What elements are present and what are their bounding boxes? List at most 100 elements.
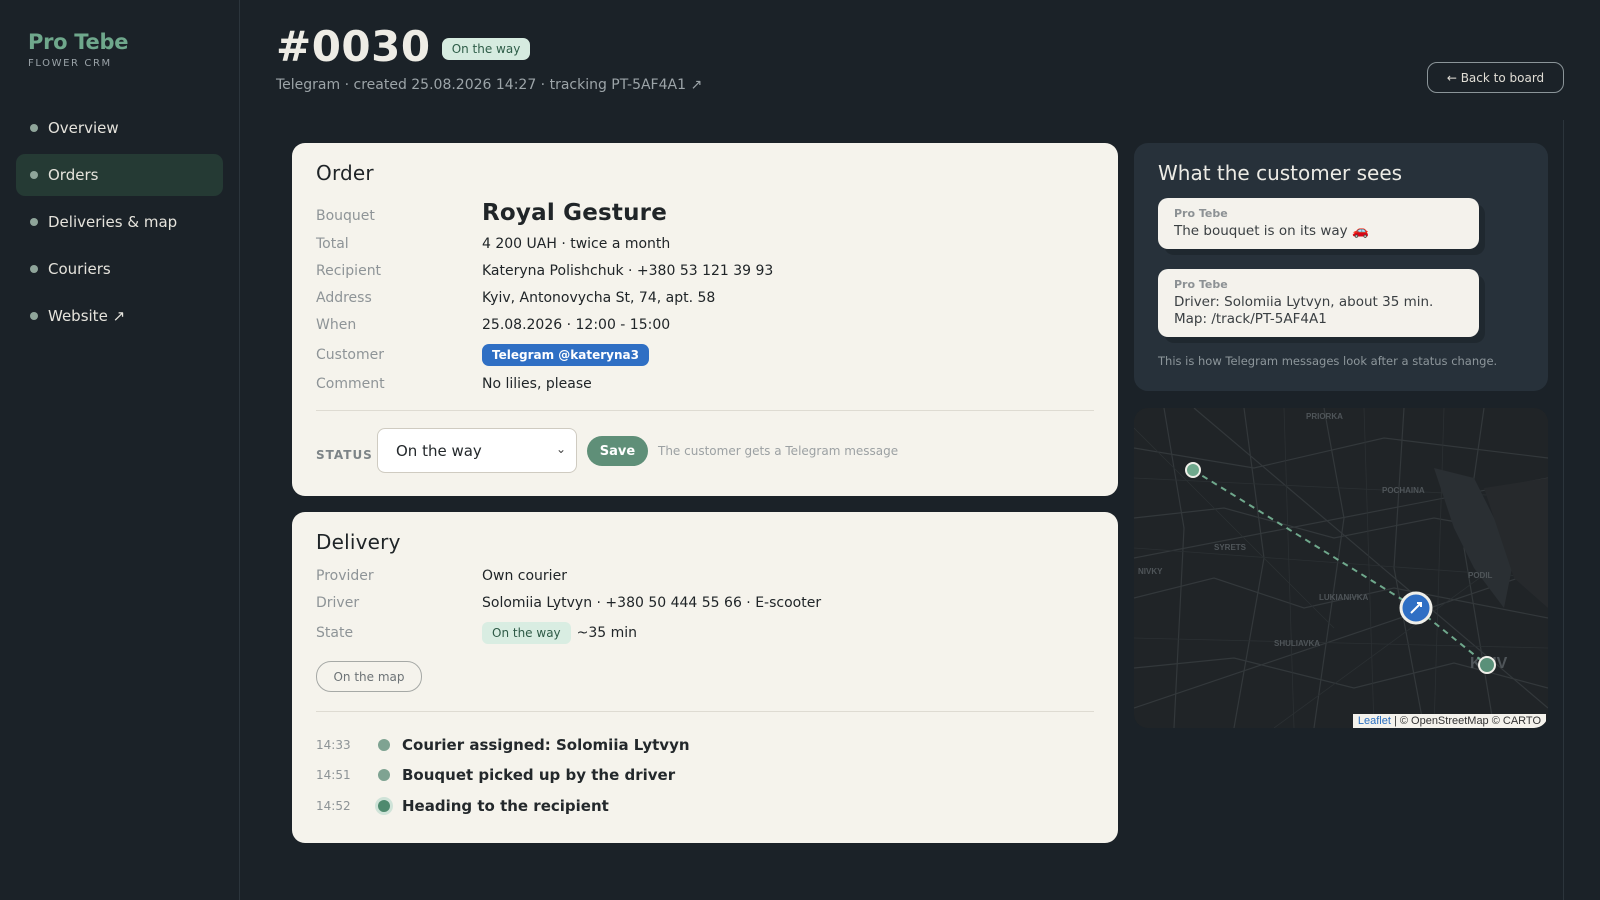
order-card: Order Bouquet Royal Gesture Total 4 200 … xyxy=(292,143,1118,496)
timeline-item: 14:51 Bouquet picked up by the driver xyxy=(316,766,675,784)
timeline-current-dot-icon xyxy=(378,800,390,812)
field-value: Own courier xyxy=(482,568,567,584)
divider xyxy=(316,410,1094,411)
origin-marker xyxy=(1185,462,1201,478)
card-title: Delivery xyxy=(316,530,401,554)
eta-value: ~35 min xyxy=(576,625,638,641)
field-label: Total xyxy=(316,236,349,252)
field-label: Recipient xyxy=(316,263,382,279)
destination-marker xyxy=(1478,656,1496,674)
bullet-icon xyxy=(30,218,38,226)
bullet-icon xyxy=(30,124,38,132)
map-label: SHULIAVKA xyxy=(1274,639,1320,648)
main-nav: Overview Orders Deliveries & map Courier… xyxy=(16,107,223,342)
state-row: State On the way ~35 min xyxy=(316,622,637,644)
timeline-time: 14:52 xyxy=(316,799,351,813)
timeline-time: 14:51 xyxy=(316,768,351,782)
timeline-item: 14:52 Heading to the recipient xyxy=(316,797,609,815)
when-row: When 25.08.2026 · 12:00 - 15:00 xyxy=(316,317,670,333)
map-label: PRIORKA xyxy=(1306,412,1343,421)
sidebar-item-couriers[interactable]: Couriers xyxy=(16,248,223,290)
brand[interactable]: Pro Tebe FLOWER CRM xyxy=(28,30,128,69)
message-bubble: Pro Tebe Driver: Solomiia Lytvyn, about … xyxy=(1158,269,1479,337)
panel-title: What the customer sees xyxy=(1158,161,1403,185)
brand-subtitle: FLOWER CRM xyxy=(28,58,112,69)
customer-row: Customer Telegram @kateryna3 xyxy=(316,344,649,366)
leaflet-link[interactable]: Leaflet xyxy=(1358,715,1391,727)
field-value: Kyiv, Antonovycha St, 74, apt. 58 xyxy=(482,290,716,306)
divider xyxy=(1563,120,1564,900)
map-canvas: PRIORKA POCHAINA SYRETS NIVKY LUKIANIVKA… xyxy=(1134,408,1548,728)
timeline-text: Courier assigned: Solomiia Lytvyn xyxy=(402,736,690,754)
state-badge: On the way xyxy=(482,622,571,644)
sidebar: Pro Tebe FLOWER CRM Overview Orders Deli… xyxy=(0,0,240,900)
total-row: Total 4 200 UAH · twice a month xyxy=(316,236,670,252)
map-label: NIVKY xyxy=(1138,567,1163,576)
sidebar-item-website[interactable]: Website ↗ xyxy=(16,295,223,337)
sidebar-item-overview[interactable]: Overview xyxy=(16,107,223,149)
field-label: Provider xyxy=(316,568,374,584)
message-sender: Pro Tebe xyxy=(1174,278,1228,291)
field-value: 25.08.2026 · 12:00 - 15:00 xyxy=(482,317,671,333)
back-to-board-button[interactable]: ← Back to board xyxy=(1427,62,1564,93)
field-label: Address xyxy=(316,290,372,306)
field-label: When xyxy=(316,317,357,333)
timeline-item: 14:33 Courier assigned: Solomiia Lytvyn xyxy=(316,736,690,754)
order-meta[interactable]: Telegram · created 25.08.2026 14:27 · tr… xyxy=(276,77,702,93)
status-select[interactable]: On the way ⌄ xyxy=(377,428,577,473)
sidebar-item-label: Overview xyxy=(48,119,119,137)
delivery-map[interactable]: PRIORKA POCHAINA SYRETS NIVKY LUKIANIVKA… xyxy=(1134,408,1548,728)
timeline-time: 14:33 xyxy=(316,738,351,752)
brand-name: Pro Tebe xyxy=(28,30,129,54)
field-label: Bouquet xyxy=(316,208,375,224)
message-text: Driver: Solomiia Lytvyn, about 35 min. M… xyxy=(1174,294,1434,327)
sidebar-item-label: Deliveries & map xyxy=(48,213,178,231)
message-bubble: Pro Tebe The bouquet is on its way 🚗 xyxy=(1158,198,1479,249)
sidebar-item-label: Orders xyxy=(48,166,99,184)
provider-row: Provider Own courier xyxy=(316,568,567,584)
status-select-value: On the way xyxy=(396,441,482,460)
telegram-contact-badge[interactable]: Telegram @kateryna3 xyxy=(482,344,649,366)
map-attribution: Leaflet | © OpenStreetMap © CARTO xyxy=(1352,714,1546,728)
field-label: Driver xyxy=(316,595,360,611)
map-label: SYRETS xyxy=(1214,543,1247,552)
field-label: State xyxy=(316,625,354,641)
map-label: POCHAINA xyxy=(1382,486,1425,495)
bullet-icon xyxy=(30,312,38,320)
customer-preview-panel: What the customer sees Pro Tebe The bouq… xyxy=(1134,143,1548,391)
on-the-map-button[interactable]: On the map xyxy=(316,661,422,692)
panel-note: This is how Telegram messages look after… xyxy=(1158,354,1498,368)
status-label: STATUS xyxy=(316,448,373,462)
bullet-icon xyxy=(30,265,38,273)
bouquet-name: Royal Gesture xyxy=(482,200,667,226)
sidebar-item-label: Website ↗ xyxy=(48,307,126,325)
map-label: PODIL xyxy=(1468,571,1493,580)
field-label: Comment xyxy=(316,376,385,392)
map-label: LUKIANIVKA xyxy=(1319,593,1369,602)
message-sender: Pro Tebe xyxy=(1174,207,1228,220)
field-label: Customer xyxy=(316,347,385,363)
field-value: Solomiia Lytvyn · +380 50 444 55 66 · E-… xyxy=(482,595,822,611)
status-hint: The customer gets a Telegram message xyxy=(658,444,899,458)
attribution-text: | © OpenStreetMap © CARTO xyxy=(1390,715,1541,727)
card-title: Order xyxy=(316,161,374,185)
divider xyxy=(316,711,1094,712)
sidebar-item-label: Couriers xyxy=(48,260,111,278)
bullet-icon xyxy=(30,171,38,179)
message-text: The bouquet is on its way 🚗 xyxy=(1174,223,1369,239)
timeline-text: Bouquet picked up by the driver xyxy=(402,766,676,784)
field-value: No lilies, please xyxy=(482,376,592,392)
sidebar-item-deliveries[interactable]: Deliveries & map xyxy=(16,201,223,243)
save-button[interactable]: Save xyxy=(587,436,648,466)
address-row: Address Kyiv, Antonovycha St, 74, apt. 5… xyxy=(316,290,715,306)
field-value: 4 200 UAH · twice a month xyxy=(482,236,671,252)
delivery-card: Delivery Provider Own courier Driver Sol… xyxy=(292,512,1118,843)
timeline-text: Heading to the recipient xyxy=(402,797,609,815)
timeline-dot-icon xyxy=(378,739,390,751)
recipient-row: Recipient Kateryna Polishchuk · +380 53 … xyxy=(316,263,773,279)
sidebar-item-orders[interactable]: Orders xyxy=(16,154,223,196)
status-badge: On the way xyxy=(441,37,531,60)
comment-row: Comment No lilies, please xyxy=(316,376,592,392)
driver-row: Driver Solomiia Lytvyn · +380 50 444 55 … xyxy=(316,595,821,611)
page-title: #0030 xyxy=(276,22,431,71)
